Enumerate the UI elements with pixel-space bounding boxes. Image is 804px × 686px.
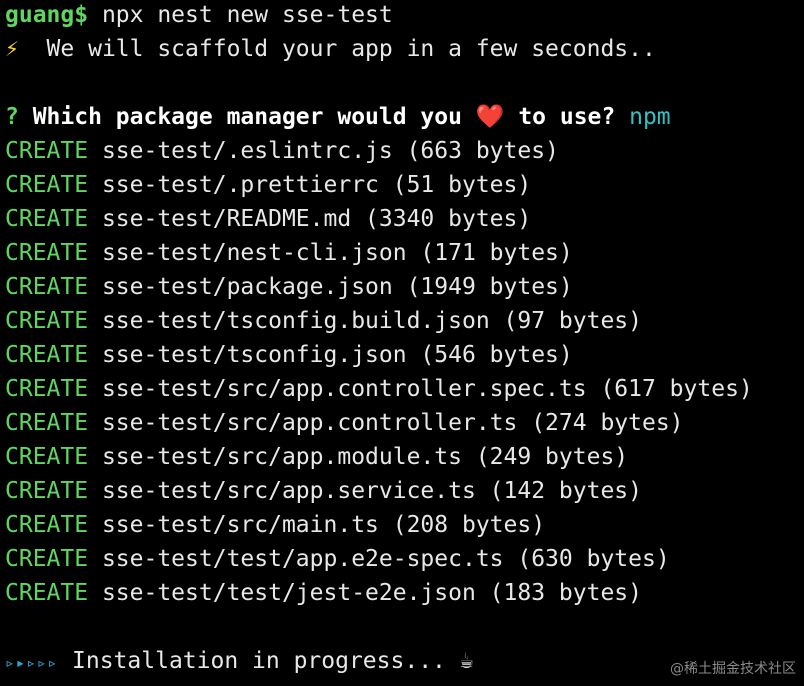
create-label: CREATE xyxy=(5,444,89,470)
create-line: CREATE sse-test/src/app.controller.spec.… xyxy=(5,374,804,408)
create-label: CREATE xyxy=(5,512,89,538)
create-line: CREATE sse-test/README.md (3340 bytes) xyxy=(5,204,804,238)
create-line: CREATE sse-test/tsconfig.build.json (97 … xyxy=(5,306,804,340)
progress-arrows-icon: ▹▸▹▹▹ xyxy=(5,653,59,672)
create-line: CREATE sse-test/test/jest-e2e.json (183 … xyxy=(5,578,804,612)
file-path: sse-test/src/app.service.ts (142 bytes) xyxy=(88,478,642,504)
create-label: CREATE xyxy=(5,274,89,300)
intro-line: ⚡ We will scaffold your app in a few sec… xyxy=(5,34,804,68)
file-path: sse-test/nest-cli.json (171 bytes) xyxy=(88,240,573,266)
create-label: CREATE xyxy=(5,240,89,266)
create-line: CREATE sse-test/src/main.ts (208 bytes) xyxy=(5,510,804,544)
file-path: sse-test/package.json (1949 bytes) xyxy=(88,274,573,300)
create-label: CREATE xyxy=(5,206,89,232)
file-path: sse-test/src/app.controller.spec.ts (617… xyxy=(88,376,753,402)
file-path: sse-test/README.md (3340 bytes) xyxy=(88,206,532,232)
file-path: sse-test/src/app.controller.ts (274 byte… xyxy=(88,410,684,436)
command-text: npx nest new sse-test xyxy=(88,2,393,28)
create-label: CREATE xyxy=(5,308,89,334)
file-path: sse-test/tsconfig.json (546 bytes) xyxy=(88,342,573,368)
question-text-after: to use? xyxy=(504,104,630,130)
create-line: CREATE sse-test/src/app.module.ts (249 b… xyxy=(5,442,804,476)
create-line: CREATE sse-test/tsconfig.json (546 bytes… xyxy=(5,340,804,374)
create-label: CREATE xyxy=(5,546,89,572)
question-mark: ? xyxy=(5,104,19,130)
terminal-output: guang$ npx nest new sse-test ⚡ We will s… xyxy=(5,0,804,680)
heart-icon: ❤️ xyxy=(475,104,505,130)
create-line: CREATE sse-test/test/app.e2e-spec.ts (63… xyxy=(5,544,804,578)
install-text: Installation in progress... xyxy=(58,648,460,674)
create-label: CREATE xyxy=(5,376,89,402)
file-path: sse-test/src/app.module.ts (249 bytes) xyxy=(88,444,629,470)
create-label: CREATE xyxy=(5,410,89,436)
shell-prompt: guang$ xyxy=(5,2,89,28)
create-label: CREATE xyxy=(5,478,89,504)
prompt-line: guang$ npx nest new sse-test xyxy=(5,0,804,34)
create-line: CREATE sse-test/.eslintrc.js (663 bytes) xyxy=(5,136,804,170)
create-label: CREATE xyxy=(5,580,89,606)
file-path: sse-test/test/jest-e2e.json (183 bytes) xyxy=(88,580,642,606)
question-line: ? Which package manager would you ❤️ to … xyxy=(5,102,804,136)
create-line: CREATE sse-test/.prettierrc (51 bytes) xyxy=(5,170,804,204)
create-label: CREATE xyxy=(5,342,89,368)
file-path: sse-test/.prettierrc (51 bytes) xyxy=(88,172,532,198)
lightning-icon: ⚡ xyxy=(5,36,19,62)
coffee-icon: ☕ xyxy=(459,648,474,674)
file-path: sse-test/test/app.e2e-spec.ts (630 bytes… xyxy=(88,546,670,572)
watermark: @稀土掘金技术社区 xyxy=(670,661,796,677)
question-answer: npm xyxy=(629,104,671,130)
file-path: sse-test/.eslintrc.js (663 bytes) xyxy=(88,138,559,164)
create-line: CREATE sse-test/src/app.service.ts (142 … xyxy=(5,476,804,510)
question-text-before: Which package manager would you xyxy=(18,104,476,130)
create-line: CREATE sse-test/package.json (1949 bytes… xyxy=(5,272,804,306)
create-label: CREATE xyxy=(5,172,89,198)
create-line: CREATE sse-test/nest-cli.json (171 bytes… xyxy=(5,238,804,272)
create-line: CREATE sse-test/src/app.controller.ts (2… xyxy=(5,408,804,442)
file-path: sse-test/tsconfig.build.json (97 bytes) xyxy=(88,308,642,334)
intro-text: We will scaffold your app in a few secon… xyxy=(18,36,656,62)
file-path: sse-test/src/main.ts (208 bytes) xyxy=(88,512,546,538)
create-label: CREATE xyxy=(5,138,89,164)
